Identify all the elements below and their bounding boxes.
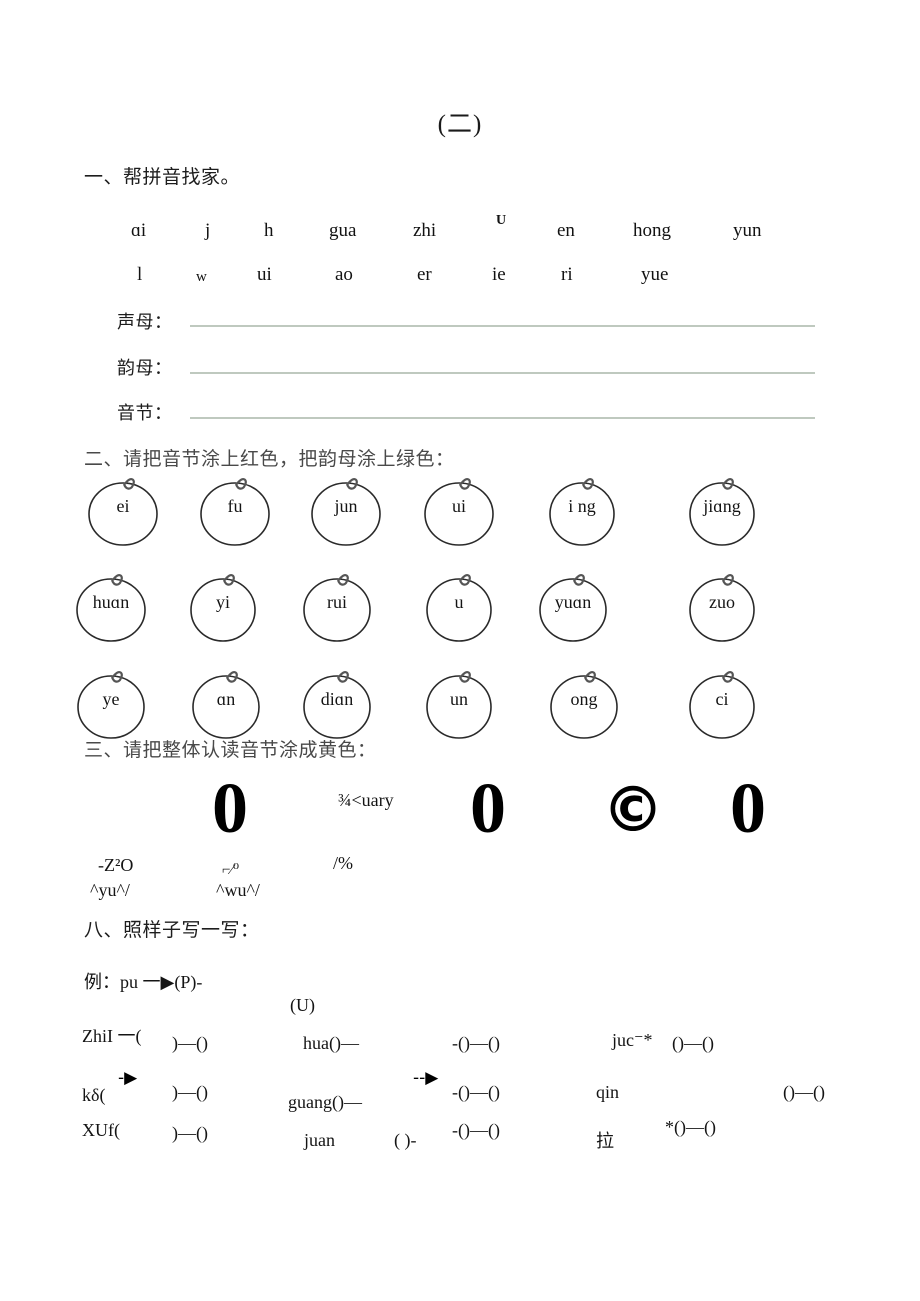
pinyin-token: ui [257, 264, 272, 285]
exercise-cell: ZhiI 一( [82, 1026, 142, 1046]
apple-shape[interactable]: yuɑn [530, 566, 616, 644]
pinyin-token: en [557, 220, 575, 241]
apple-label: huɑn [92, 592, 130, 612]
apple-shape[interactable]: ci [679, 663, 765, 741]
apple-shape[interactable]: zuo [679, 566, 765, 644]
apple-label: zuo [709, 592, 735, 612]
exercise-cell: juan [304, 1130, 335, 1150]
exercise-cell: XUf( [82, 1120, 120, 1140]
exercise-cell: ( )- [394, 1130, 417, 1150]
pinyin-token: ɑi [131, 220, 147, 241]
apple-shape[interactable]: fu [192, 470, 278, 548]
apple-shape[interactable]: ɑn [183, 663, 269, 741]
exercise-cell: guang()— [288, 1092, 362, 1112]
arrow-right-icon: --▶ [413, 1068, 439, 1088]
apple-shape[interactable]: ei [80, 470, 166, 548]
section-one-heading: 一、帮拼音找家。 [84, 167, 241, 188]
apple-label: diɑn [320, 689, 354, 709]
section-eight-heading: 八、照样子写一写： [84, 920, 260, 941]
big-zero-glyph: 0 [212, 768, 248, 848]
apple-shape[interactable]: jiɑng [679, 470, 765, 548]
apple-label: ci [715, 689, 729, 709]
ocr-fragment: ^yu^/ [90, 880, 130, 900]
exercise-cell: *()—() [665, 1117, 716, 1137]
pinyin-token: hong [633, 220, 671, 241]
pinyin-token: yun [733, 220, 762, 241]
exercise-cell: -()—() [452, 1033, 500, 1053]
apple-shape[interactable]: u [416, 566, 502, 644]
apple-shape[interactable]: jun [303, 470, 389, 548]
exercise-cell: juc⁻* [612, 1030, 653, 1050]
apple-label: yi [215, 592, 230, 612]
exercise-cell: 拉 [596, 1131, 614, 1151]
apple-shape[interactable]: ui [416, 470, 502, 548]
exercise-cell: )—() [172, 1123, 208, 1143]
apple-label: u [454, 592, 464, 612]
apple-label: yuɑn [554, 592, 592, 612]
fill-line-shengmu[interactable] [190, 325, 815, 327]
example-line: 例：pu 一▶(P)- [84, 972, 203, 992]
copyright-symbol-glyph: © [602, 773, 664, 846]
page-title: (二) [437, 111, 483, 138]
apple-label: ei [116, 496, 130, 516]
ocr-fragment: ¾<uary [338, 790, 394, 810]
ocr-fragment: ^wu^/ [216, 880, 260, 900]
exercise-cell: kδ( [82, 1085, 106, 1105]
pinyin-token: zhi [413, 220, 437, 241]
pinyin-token: w [196, 269, 207, 285]
apple-label: un [450, 689, 468, 709]
apple-label: ui [451, 496, 466, 516]
section-three-heading: 三、请把整体认读音节涂成黄色： [84, 740, 377, 761]
apple-label: ɑn [216, 689, 236, 709]
apple-shape[interactable]: huɑn [68, 566, 154, 644]
fill-label-shengmu: 声母： [117, 312, 173, 332]
pinyin-token: ao [335, 264, 353, 285]
apple-label: ong [570, 689, 598, 709]
pinyin-token: h [264, 220, 274, 241]
exercise-cell: qin [596, 1082, 620, 1102]
fill-label-yunmu: 韵母： [117, 358, 173, 378]
pinyin-token-superscript: U [496, 213, 507, 228]
section-two-heading: 二、请把音节涂上红色，把韵母涂上绿色： [84, 449, 455, 470]
apple-shape[interactable]: ong [541, 663, 627, 741]
apple-shape[interactable]: i ng [539, 470, 625, 548]
apple-shape[interactable]: yi [180, 566, 266, 644]
pinyin-token: l [137, 264, 143, 285]
exercise-cell: hua()— [303, 1033, 359, 1053]
fill-label-yinjie: 音节： [117, 403, 173, 423]
fill-line-yunmu[interactable] [190, 372, 815, 374]
ocr-fragment: ⌐⁄⁰ [222, 862, 239, 878]
apple-shape[interactable]: diɑn [294, 663, 380, 741]
exercise-cell: )—() [172, 1082, 208, 1102]
exercise-cell: )—() [172, 1033, 208, 1053]
apple-label: jun [334, 496, 358, 516]
exercise-cell: -()—() [452, 1120, 500, 1140]
arrow-right-icon: -▶ [118, 1068, 138, 1088]
ocr-fragment: /% [333, 853, 353, 873]
pinyin-token: ri [561, 264, 573, 285]
exercise-cell: -()—() [452, 1082, 500, 1102]
pinyin-token: yue [641, 264, 669, 285]
ocr-fragment: -Z²O [98, 855, 134, 875]
big-zero-glyph: 0 [730, 768, 766, 848]
apple-label: fu [227, 496, 243, 516]
pinyin-token: ie [492, 264, 506, 285]
pinyin-token: j [205, 220, 211, 241]
big-zero-glyph: 0 [470, 768, 506, 848]
apple-label: rui [327, 592, 347, 612]
exercise-cell: ()—() [672, 1033, 714, 1053]
apple-shape[interactable]: ye [68, 663, 154, 741]
apple-shape[interactable]: un [416, 663, 502, 741]
fill-line-yinjie[interactable] [190, 417, 815, 419]
worksheet-page: (二) 一、帮拼音找家。 ɑi j h gua zhi U en hong yu… [0, 0, 920, 1301]
exercise-cell: ()—() [783, 1082, 825, 1102]
apple-label: i ng [568, 496, 596, 516]
pinyin-token: gua [329, 220, 357, 241]
apple-label: ye [102, 689, 120, 709]
apple-shape[interactable]: rui [294, 566, 380, 644]
apple-label: jiɑng [703, 496, 741, 516]
pinyin-token: er [417, 264, 432, 285]
example-sub: (U) [290, 995, 315, 1015]
